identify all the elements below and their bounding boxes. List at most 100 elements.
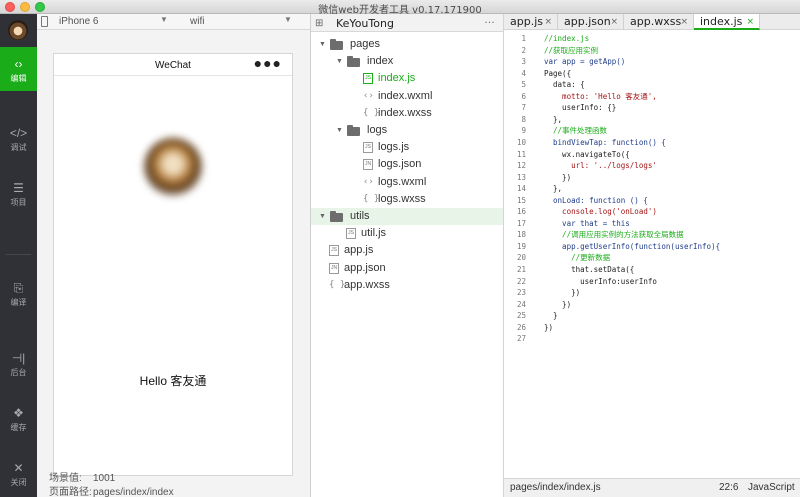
- network-select[interactable]: wifi: [190, 16, 204, 27]
- line-number: 21: [516, 265, 526, 274]
- code-line[interactable]: that.setData({: [544, 264, 794, 276]
- folder-icon: [330, 39, 343, 50]
- chevron-down-icon[interactable]: ▼: [284, 15, 292, 24]
- nav-label: 编辑: [10, 74, 27, 83]
- code-line[interactable]: data: {: [544, 79, 794, 91]
- code-line[interactable]: app.getUserInfo(function(userInfo){: [544, 241, 794, 253]
- code-line[interactable]: }): [544, 299, 794, 311]
- code-line[interactable]: userInfo:userInfo: [544, 276, 794, 288]
- tree-file[interactable]: ‹› index.wxml: [311, 88, 503, 105]
- code-line[interactable]: //index.js: [544, 33, 794, 45]
- nav-compile[interactable]: ⎘ 编译: [0, 271, 37, 315]
- project-header: ⊞ KeYouTong …: [311, 14, 503, 32]
- code-line[interactable]: url: '../logs/logs': [544, 160, 794, 172]
- path-value: pages/index/index: [93, 487, 174, 497]
- code-line[interactable]: console.log('onLoad'): [544, 206, 794, 218]
- tab-label: index.js: [700, 15, 743, 28]
- wxss-file-icon: { }: [363, 107, 380, 118]
- json-file-icon: JN: [329, 262, 339, 274]
- phone-icon: [41, 16, 48, 27]
- chevron-down-icon[interactable]: ▼: [319, 36, 326, 53]
- nav-layers[interactable]: ❖ 缓存: [0, 396, 37, 440]
- code-line[interactable]: //更新数据: [544, 252, 794, 264]
- line-number: 18: [516, 230, 526, 240]
- code-icon: ‹›: [14, 57, 23, 71]
- tree-file[interactable]: JS util.js: [311, 225, 503, 242]
- tree-folder[interactable]: ▼ logs: [311, 122, 503, 139]
- chevron-down-icon[interactable]: ▼: [319, 208, 326, 225]
- tree-folder[interactable]: ▼ index: [311, 53, 503, 70]
- code-line[interactable]: bindViewTap: function() {: [544, 137, 794, 149]
- tree-file[interactable]: ‹› logs.wxml: [311, 174, 503, 191]
- code-line[interactable]: //调用应用实例的方法获取全局数据: [544, 229, 794, 241]
- line-number: 2: [521, 45, 526, 55]
- more-menu-icon[interactable]: ●●●: [254, 55, 282, 71]
- folder-icon: [347, 56, 360, 68]
- code-line[interactable]: },: [544, 183, 794, 195]
- editor-tab[interactable]: index.js ×: [694, 14, 760, 30]
- code-line[interactable]: }): [544, 322, 794, 334]
- code-line[interactable]: motto: 'Hello 客友通',: [544, 91, 794, 103]
- code-line[interactable]: //事件处理函数: [544, 125, 794, 137]
- code-line[interactable]: var app = getApp(): [544, 56, 794, 68]
- code-line[interactable]: }): [544, 172, 794, 184]
- line-number: 27: [516, 334, 526, 344]
- code-line[interactable]: var that = this: [544, 218, 794, 230]
- tree-folder[interactable]: ▼ utils: [311, 208, 503, 225]
- scene-label: 场景值:: [49, 473, 82, 484]
- user-avatar-icon[interactable]: [8, 20, 28, 40]
- line-number: 4: [521, 68, 526, 78]
- tree-folder[interactable]: ▼ pages: [311, 36, 503, 53]
- tree-item-label: logs.wxml: [378, 175, 427, 188]
- simulator-panel: iPhone 6 ▼ wifi ▼ WeChat ●●● Hello 客友通 场…: [37, 14, 311, 497]
- tree-file[interactable]: { } app.wxss: [311, 277, 503, 294]
- tree-item-label: utils: [350, 210, 370, 222]
- chevron-down-icon[interactable]: ▼: [336, 122, 343, 139]
- tree-file[interactable]: JS logs.js: [311, 139, 503, 156]
- code-line[interactable]: onLoad: function () {: [544, 195, 794, 207]
- editor-tab[interactable]: app.wxss ×: [624, 14, 694, 30]
- folder-icon: [330, 211, 343, 222]
- nav-debug[interactable]: </> 调试: [0, 116, 37, 160]
- nav-background[interactable]: ⊣| 后台: [0, 341, 37, 385]
- close-tab-icon[interactable]: ×: [680, 15, 688, 30]
- editor-tab[interactable]: app.js ×: [504, 14, 558, 30]
- code-line[interactable]: wx.navigateTo({: [544, 149, 794, 161]
- code-line[interactable]: //获取应用实例: [544, 45, 794, 57]
- nav-label: 项目: [10, 198, 27, 207]
- tree-file[interactable]: { } index.wxss: [311, 105, 503, 122]
- tree-file[interactable]: JN app.json: [311, 260, 503, 277]
- code-line[interactable]: [544, 333, 794, 345]
- status-cursor-position[interactable]: 22:6: [719, 482, 738, 493]
- code-line[interactable]: }): [544, 287, 794, 299]
- tree-file[interactable]: JS app.js: [311, 242, 503, 259]
- title-bar: 微信web开发者工具 v0.17.171900: [0, 0, 800, 16]
- code-line[interactable]: },: [544, 114, 794, 126]
- tree-item-label: app.json: [344, 261, 386, 274]
- tree-file[interactable]: JS index.js: [311, 70, 503, 87]
- close-tab-icon[interactable]: ×: [610, 15, 618, 30]
- device-select[interactable]: iPhone 6: [59, 16, 98, 27]
- code-line[interactable]: Page({: [544, 68, 794, 80]
- code-line[interactable]: }: [544, 310, 794, 322]
- nav-code[interactable]: ‹› 编辑: [0, 47, 37, 91]
- more-options-icon[interactable]: …: [484, 14, 495, 26]
- folder-icon: [347, 125, 360, 136]
- close-tab-icon[interactable]: ×: [746, 15, 754, 30]
- close-tab-icon[interactable]: ×: [544, 15, 552, 30]
- nav-close[interactable]: ✕ 关闭: [0, 451, 37, 495]
- code-line[interactable]: userInfo: {}: [544, 102, 794, 114]
- userinfo-avatar[interactable]: [144, 138, 202, 196]
- nav-label: 编译: [10, 298, 27, 307]
- chevron-down-icon[interactable]: ▼: [160, 15, 168, 24]
- chevron-down-icon[interactable]: ▼: [336, 53, 343, 70]
- nav-menu[interactable]: ☰ 项目: [0, 171, 37, 215]
- tree-item-label: logs.js: [378, 141, 410, 154]
- nav-label: 后台: [10, 368, 27, 377]
- tree-item-label: index.js: [378, 72, 416, 85]
- status-language[interactable]: JavaScript: [748, 482, 795, 493]
- line-number: 20: [516, 253, 526, 263]
- tree-file[interactable]: { } logs.wxss: [311, 191, 503, 208]
- editor-tab[interactable]: app.json ×: [558, 14, 624, 30]
- tree-file[interactable]: JN logs.json: [311, 156, 503, 173]
